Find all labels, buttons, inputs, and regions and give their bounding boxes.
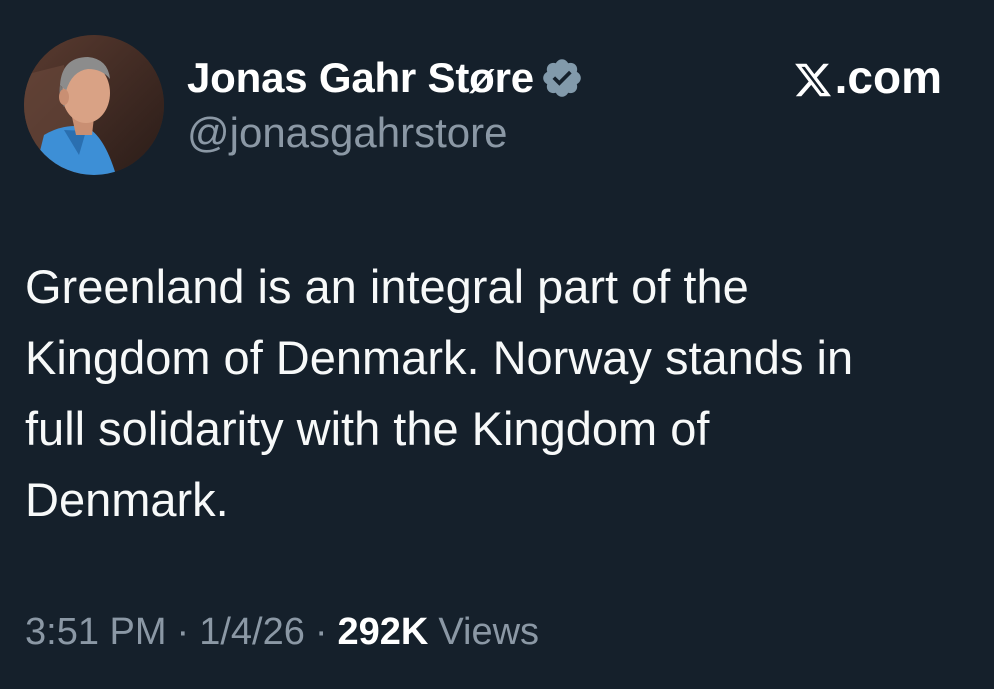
tweet-date[interactable]: 1/4/26: [199, 611, 305, 654]
meta-separator: ·: [314, 610, 328, 653]
views-label: Views: [438, 610, 540, 653]
author-name-row[interactable]: Jonas Gahr Støre: [187, 48, 584, 108]
author-handle[interactable]: @jonasgahrstore: [187, 108, 507, 158]
views-count: 292K: [337, 610, 429, 653]
tweet-meta: 3:51 PM · 1/4/26 · 292K Views: [25, 607, 539, 657]
site-label: .com: [834, 51, 942, 103]
meta-separator: ·: [176, 610, 190, 653]
site-watermark: .com: [793, 50, 942, 104]
x-logo-icon: [793, 57, 833, 97]
tweet-time[interactable]: 3:51 PM: [25, 611, 167, 654]
verified-badge-icon: [540, 56, 584, 100]
display-name[interactable]: Jonas Gahr Støre: [187, 52, 534, 104]
tweet-text: Greenland is an integral part of the Kin…: [25, 260, 854, 526]
tweet-card: Jonas Gahr Støre @jonasgahrstore .com Gr…: [0, 0, 994, 689]
profile-photo-icon: [24, 35, 164, 175]
avatar[interactable]: [24, 35, 164, 175]
